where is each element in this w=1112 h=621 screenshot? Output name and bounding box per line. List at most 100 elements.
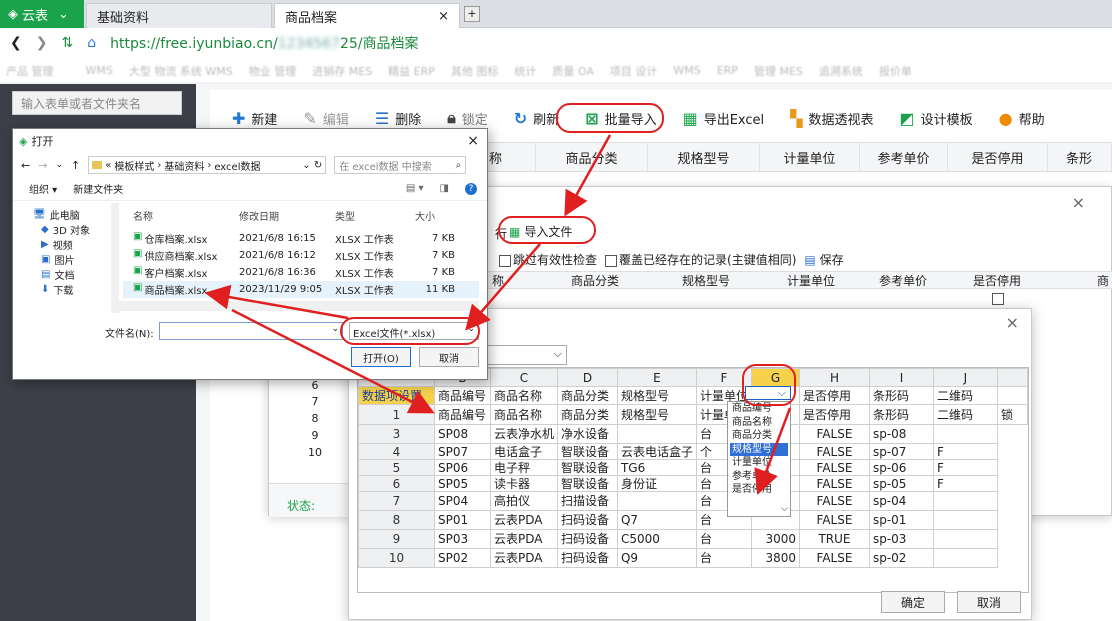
bookmark-item[interactable]: 统计: [514, 63, 536, 79]
mapping-cell[interactable]: 商品编号: [433, 386, 491, 405]
bookmark-item[interactable]: 追溯系统: [819, 63, 863, 79]
header-cell[interactable]: 条形码: [868, 404, 934, 425]
table-cell[interactable]: 读卡器: [489, 475, 558, 492]
help-button[interactable]: ● 帮助: [999, 109, 1045, 128]
table-cell[interactable]: 云表PDA: [489, 510, 558, 530]
dropdown-option[interactable]: 规格型号: [730, 442, 788, 456]
col-date[interactable]: 修改日期: [239, 208, 335, 223]
file-search-input[interactable]: 在 excel数据 中搜索 ⌕: [334, 156, 467, 174]
table-cell[interactable]: 扫码设备: [556, 510, 618, 530]
table-cell[interactable]: 智联设备: [556, 475, 618, 492]
header-cell[interactable]: 商品分类: [556, 404, 618, 425]
bookmark-item[interactable]: 项目 设计: [610, 63, 658, 79]
design-template-button[interactable]: ◩ 设计模板: [899, 109, 972, 128]
table-cell[interactable]: SP05: [433, 475, 491, 492]
table-cell[interactable]: FALSE: [798, 491, 870, 511]
field-dropdown[interactable]: 商品编号 商品名称 商品分类 规格型号 计量单位 参考单价 是否停用 ⌵: [727, 401, 791, 517]
table-cell[interactable]: TG6: [616, 459, 697, 476]
col-type[interactable]: 类型: [335, 208, 415, 223]
table-cell[interactable]: [616, 491, 697, 511]
table-cell[interactable]: sp-07: [868, 443, 934, 460]
bookmark-item[interactable]: 大型 物流 系统 WMS: [129, 63, 233, 79]
tree-item[interactable]: ▤ 文档: [19, 267, 111, 282]
close-icon[interactable]: ×: [1006, 313, 1019, 332]
table-cell[interactable]: sp-06: [868, 459, 934, 476]
table-cell[interactable]: sp-04: [868, 491, 934, 511]
table-cell[interactable]: SP04: [433, 491, 491, 511]
mapping-cell[interactable]: 商品分类: [556, 386, 618, 405]
table-cell[interactable]: 电话盒子: [489, 443, 558, 460]
tab-product-archive[interactable]: 商品档案 ×: [274, 3, 460, 28]
column-letter[interactable]: J: [932, 368, 998, 387]
back-icon[interactable]: ←: [21, 159, 30, 172]
dropdown-option[interactable]: 商品名称: [730, 416, 788, 430]
table-cell[interactable]: FALSE: [798, 459, 870, 476]
delete-button[interactable]: ☰ 删除: [375, 109, 421, 128]
home-icon[interactable]: ⌂: [87, 35, 96, 51]
bookmark-item[interactable]: 管理 MES: [754, 63, 803, 79]
mapping-cell[interactable]: 是否停用: [798, 386, 870, 405]
url-field[interactable]: https://free.iyunbiao.cn/123456725/商品档案: [110, 33, 418, 53]
ok-button[interactable]: 确定: [881, 591, 945, 613]
mapping-cell[interactable]: 商品名称: [489, 386, 558, 405]
table-cell[interactable]: 净水设备: [556, 424, 618, 444]
header-cell[interactable]: 锁: [996, 404, 1028, 425]
table-cell[interactable]: 台: [695, 529, 753, 549]
chevron-down-icon[interactable]: ⌄: [55, 160, 63, 170]
mapping-cell[interactable]: 规格型号: [616, 386, 697, 405]
file-row[interactable]: ▣ 商品档案.xlsx 2023/11/29 9:05 XLSX 工作表 11 KB: [123, 281, 479, 298]
mapping-cell[interactable]: 二维码: [932, 386, 998, 405]
up-icon[interactable]: ↑: [71, 159, 80, 172]
table-cell[interactable]: FALSE: [798, 510, 870, 530]
table-cell[interactable]: SP02: [433, 548, 491, 568]
table-cell[interactable]: F: [932, 443, 998, 460]
table-cell[interactable]: Q7: [616, 510, 697, 530]
new-tab-icon[interactable]: +: [464, 6, 480, 22]
table-cell[interactable]: 云表电话盒子: [616, 443, 697, 460]
app-tab[interactable]: ◈ 云表 ⌄: [0, 0, 84, 28]
file-list-scrollbar[interactable]: [117, 301, 479, 311]
table-cell[interactable]: sp-05: [868, 475, 934, 492]
bookmark-item[interactable]: 产品 管理: [6, 63, 54, 79]
dropdown-option[interactable]: 是否停用: [730, 483, 788, 497]
back-icon[interactable]: ❮: [10, 35, 22, 51]
table-cell[interactable]: 智联设备: [556, 459, 618, 476]
table-cell[interactable]: sp-08: [868, 424, 934, 444]
preview-pane-icon[interactable]: ◨: [440, 183, 449, 194]
table-cell[interactable]: 扫描设备: [556, 491, 618, 511]
table-cell[interactable]: 扫码设备: [556, 548, 618, 568]
table-cell[interactable]: [932, 510, 998, 530]
table-cell[interactable]: 3000: [751, 529, 800, 549]
file-row[interactable]: ▣ 供应商档案.xlsx 2021/6/8 16:12 XLSX 工作表 7 KB: [123, 247, 479, 264]
tree-item[interactable]: ⬇ 下载: [19, 282, 111, 297]
column-letter[interactable]: C: [489, 368, 558, 387]
table-cell[interactable]: 台: [695, 548, 753, 568]
bookmark-item[interactable]: ERP: [717, 64, 738, 77]
table-cell[interactable]: [932, 548, 998, 568]
column-letter[interactable]: H: [798, 368, 870, 387]
table-cell[interactable]: 高拍仪: [489, 491, 558, 511]
lock-button[interactable]: 🔒︎ 锁定: [447, 108, 488, 128]
header-cell[interactable]: 是否停用: [798, 404, 870, 425]
col-name[interactable]: 名称: [123, 208, 239, 223]
export-excel-button[interactable]: ▦ 导出Excel: [683, 109, 765, 128]
table-cell[interactable]: [932, 529, 998, 549]
bookmark-item[interactable]: 报价单: [879, 63, 912, 79]
skip-check-checkbox[interactable]: 跳过有效性检查: [499, 251, 597, 268]
bookmark-item[interactable]: WMS: [86, 64, 113, 77]
tree-scrollbar[interactable]: [111, 203, 119, 313]
help-icon[interactable]: ?: [465, 182, 477, 195]
table-cell[interactable]: Q9: [616, 548, 697, 568]
bookmark-item[interactable]: 精益 ERP: [388, 63, 435, 79]
close-icon[interactable]: ×: [1072, 193, 1085, 212]
header-cell[interactable]: 商品名称: [489, 404, 558, 425]
header-cell[interactable]: 规格型号: [616, 404, 697, 425]
forward-icon[interactable]: →: [38, 159, 47, 172]
new-folder-button[interactable]: 新建文件夹: [73, 181, 123, 196]
bookmark-item[interactable]: 其他 图标: [451, 63, 499, 79]
table-cell[interactable]: C5000: [616, 529, 697, 549]
table-cell[interactable]: [932, 424, 998, 444]
table-cell[interactable]: sp-01: [868, 510, 934, 530]
file-row[interactable]: ▣ 仓库档案.xlsx 2021/6/8 16:15 XLSX 工作表 7 KB: [123, 230, 479, 247]
tab-basic-data[interactable]: 基础资料: [86, 3, 272, 28]
